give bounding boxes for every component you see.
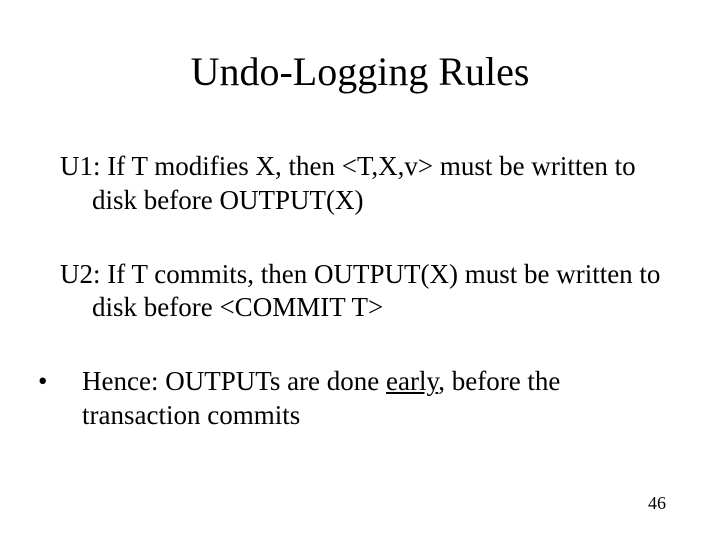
slide-body: U1: If T modifies X, then <T,X,v> must b… [60,150,670,433]
conclusion-underlined: early [386,366,438,396]
slide: Undo-Logging Rules U1: If T modifies X, … [0,0,720,540]
page-number: 46 [648,493,666,514]
rule-u1: U1: If T modifies X, then <T,X,v> must b… [60,150,670,218]
slide-title: Undo-Logging Rules [0,48,720,95]
rule-u2: U2: If T commits, then OUTPUT(X) must be… [60,258,670,326]
conclusion-bullet: •Hence: OUTPUTs are done early, before t… [60,365,670,433]
bullet-dot-icon: • [60,365,82,399]
conclusion-pre: Hence: OUTPUTs are done [82,366,386,396]
